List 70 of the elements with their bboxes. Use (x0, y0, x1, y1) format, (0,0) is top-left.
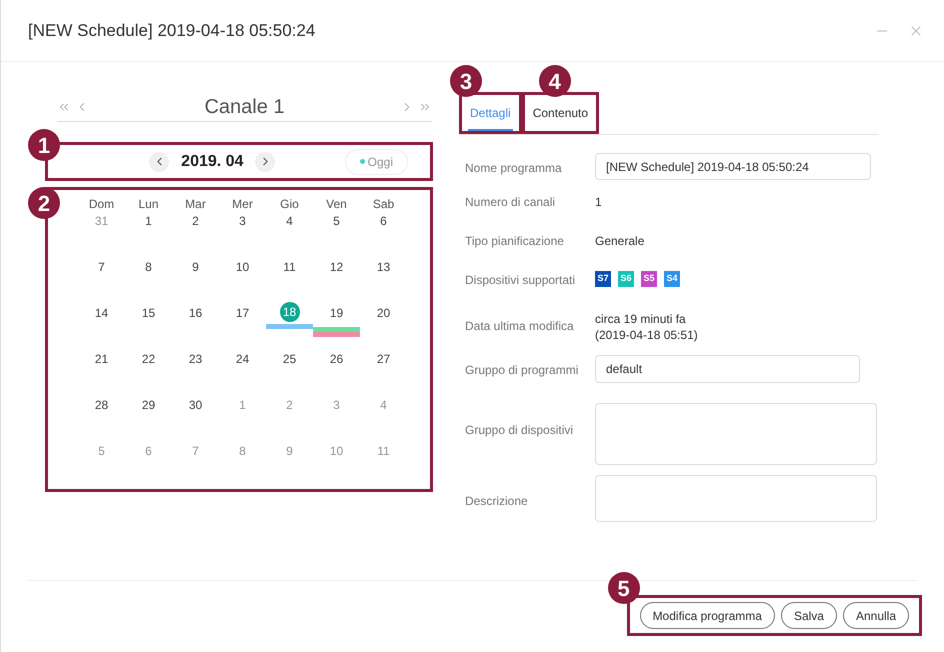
calendar-day[interactable]: 2 (192, 213, 199, 229)
field-label: Gruppo di programmi (465, 362, 580, 379)
footer-button[interactable]: Salva (780, 602, 837, 629)
calendar-day[interactable]: 28 (94, 397, 108, 413)
device-badge: S5 (641, 271, 657, 287)
device-badge: S7 (595, 271, 611, 287)
device-badge: S6 (618, 271, 634, 287)
calendar-day[interactable]: 24 (236, 351, 250, 367)
group-field[interactable]: default (595, 355, 860, 383)
next-month-button[interactable] (255, 152, 276, 172)
calendar-day[interactable]: 5 (333, 213, 340, 229)
callout-number: 2 (28, 187, 60, 219)
calendar-day[interactable]: 20 (376, 305, 390, 321)
calendar-day[interactable]: 29 (142, 397, 156, 413)
calendar-day[interactable]: 1 (145, 213, 152, 229)
field-value: 1 (595, 194, 602, 211)
field-value: circa 19 minuti fa (595, 311, 687, 327)
calendar-day[interactable]: 25 (282, 351, 296, 367)
weekday-label: Dom (88, 196, 116, 213)
calendar-day[interactable]: 17 (236, 305, 250, 321)
footer-button[interactable]: Modifica programma (640, 602, 775, 629)
calendar-day[interactable]: 26 (330, 351, 344, 367)
field-label: Tipo pianificazione (465, 233, 565, 250)
field-label: Nome programma (465, 160, 563, 177)
calendar-day[interactable]: 21 (94, 351, 108, 367)
name-field[interactable]: [NEW Schedule] 2019-04-18 05:50:24 (595, 153, 871, 180)
calendar-day[interactable]: 16 (188, 305, 202, 321)
calendar-day[interactable]: 11 (283, 259, 296, 275)
calendar-day[interactable]: 4 (286, 213, 293, 229)
window-title: [NEW Schedule] 2019-04-18 05:50:24 (28, 20, 316, 42)
field-label: Data ultima modifica (465, 318, 575, 335)
callout-number: 5 (608, 572, 640, 604)
field-label: Gruppo di dispositivi (465, 422, 574, 439)
prev-month-button[interactable] (149, 152, 170, 172)
weekday-label: Sab (372, 196, 396, 213)
calendar-day[interactable]: 23 (188, 351, 202, 367)
field-label: Descrizione (465, 493, 529, 510)
calendar-day[interactable]: 15 (142, 305, 156, 321)
calendar-day[interactable]: 22 (142, 351, 156, 367)
field-label: Dispositivi supportati (465, 272, 576, 289)
field-value: Generale (595, 233, 644, 250)
calendar-day[interactable]: 3 (239, 213, 246, 229)
weekday-label: Gio (279, 196, 300, 213)
calendar-day[interactable]: 19 (330, 305, 344, 321)
textarea-field[interactable] (595, 475, 877, 522)
calendar-day[interactable]: 7 (98, 259, 105, 275)
device-badge: S4 (664, 271, 680, 287)
calendar-day[interactable]: 13 (376, 259, 390, 275)
callout-number: 1 (28, 129, 60, 161)
callout-number: 4 (538, 65, 571, 97)
calendar-day[interactable]: 27 (376, 351, 390, 367)
weekday-label: Lun (137, 196, 160, 213)
calendar-day[interactable]: 9 (192, 259, 199, 275)
callout-number: 3 (450, 65, 482, 97)
calendar-day[interactable]: 8 (145, 259, 152, 275)
footer-button[interactable]: Annulla (842, 602, 909, 629)
tab[interactable]: Contenuto (530, 95, 590, 131)
calendar-day[interactable]: 6 (380, 213, 387, 229)
weekday-label: Mar (184, 196, 207, 213)
month-label: 2019. 04 (181, 152, 244, 172)
calendar-day[interactable]: 12 (330, 259, 344, 275)
channel-title: Canale 1 (203, 94, 286, 120)
calendar-day[interactable]: 30 (188, 397, 202, 413)
weekday-label: Ven (325, 196, 348, 213)
calendar-day[interactable]: 10 (236, 259, 250, 275)
calendar-day[interactable]: 14 (94, 305, 108, 321)
weekday-label: Mer (231, 196, 254, 213)
field-label: Numero di canali (465, 194, 556, 211)
field-value: (2019-04-18 05:51) (595, 327, 698, 343)
textarea-field[interactable] (595, 403, 877, 465)
